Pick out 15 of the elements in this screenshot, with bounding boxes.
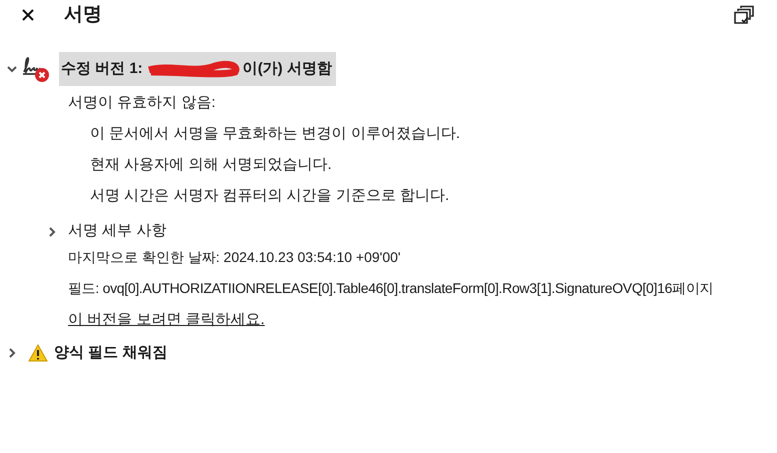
heading-text: 수정 버전 1: [61, 58, 143, 79]
heading-text: 이(가) 서명함 [242, 58, 332, 79]
validity-text: 서명이 유효하지 않음: [68, 93, 217, 113]
panel-title: 서명 [64, 2, 102, 27]
signature-heading[interactable]: 수정 버전 1: 이(가) 서명함 [59, 52, 336, 86]
details-label[interactable]: 서명 세부 사항 [68, 220, 166, 243]
stacked-windows-check-icon[interactable] [733, 5, 755, 25]
reason-text: 서명 시간은 서명자 컴퓨터의 시간을 기준으로 합니다. [89, 186, 450, 206]
close-icon[interactable] [22, 9, 34, 21]
view-version-link[interactable]: 이 버전을 보려면 클릭하세요. [68, 311, 265, 328]
field-text: 필드: ovq[0].AUTHORIZATIIONRELEASE[0].Table46[0].translateForm[0].Row3[1].SignatureOVQ[0]16페이지 [68, 279, 714, 298]
reason-text: 이 문서에서 서명을 무효화하는 변경이 이루어졌습니다. [89, 124, 462, 144]
form-fields-label[interactable]: 양식 필드 채워짐 [54, 342, 168, 364]
last-checked-text: 마지막으로 확인한 날짜: 2024.10.23 03:54:10 +09'00' [68, 248, 402, 267]
reason-text: 현재 사용자에 의해 서명되었습니다. [89, 155, 333, 175]
